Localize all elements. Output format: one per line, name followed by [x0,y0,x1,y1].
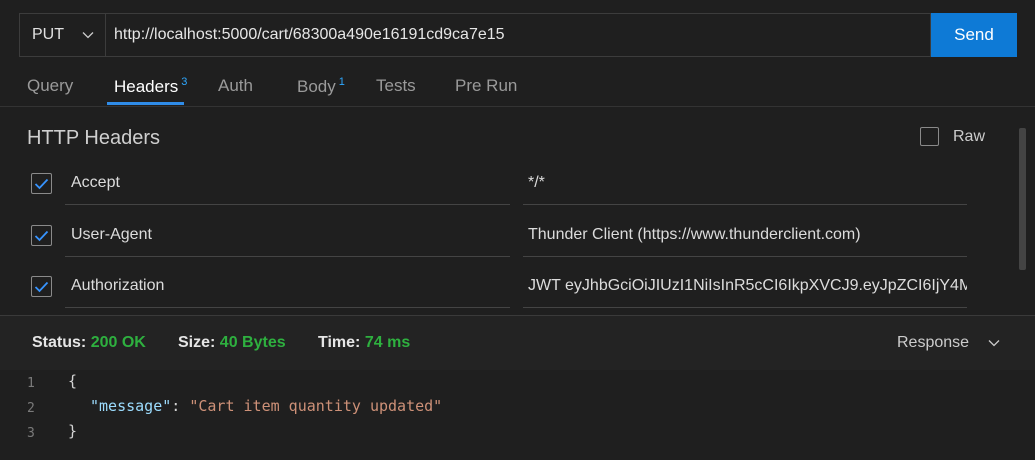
tab-label: Query [27,76,74,95]
time-value: 74 ms [364,334,411,351]
header-checkbox[interactable] [31,225,52,246]
method-select[interactable]: PUT [19,13,105,57]
tab-auth[interactable]: Auth [218,76,253,96]
size-value: 40 Bytes [219,334,286,351]
time-label: Time: [318,334,361,351]
send-button[interactable]: Send [931,13,1017,57]
section-title: HTTP Headers [27,127,161,149]
check-icon [34,178,49,189]
raw-toggle[interactable]: Raw [920,127,985,146]
check-icon [34,230,49,241]
raw-label: Raw [953,127,986,145]
code-text: "message": "Cart item quantity updated" [90,397,442,415]
tab-badge: 3 [181,76,188,88]
code-line: 2 "message": "Cart item quantity updated… [0,397,1035,422]
chevron-down-icon[interactable] [987,336,1001,350]
header-row: Accept */* [0,165,1015,213]
request-tabs: Query Headers 3 Auth Body 1 Tests Pre Run [0,70,1035,107]
header-row: User-Agent Thunder Client (https://www.t… [0,217,1015,265]
code-text: { [68,372,78,390]
chevron-down-icon [82,32,94,39]
headers-scrollbar[interactable] [1019,128,1026,270]
tab-label: Headers [114,77,179,96]
status-label: Status: [32,334,87,351]
tab-label: Tests [376,76,416,95]
header-key-input[interactable]: Authorization [65,272,510,308]
method-label: PUT [32,26,64,43]
header-value-input[interactable]: JWT eyJhbGciOiJIUzI1NiIsInR5cCI6IkpXVCJ9… [523,272,967,308]
request-bar: PUT http://localhost:5000/cart/68300a490… [19,13,1017,57]
active-tab-indicator [107,102,184,105]
json-key: "message" [90,397,172,415]
status-info: Status: 200 OK [32,334,146,352]
url-input[interactable]: http://localhost:5000/cart/68300a490e161… [105,13,931,57]
response-body: 1 { 2 "message": "Cart item quantity upd… [0,369,1035,460]
response-view-select[interactable]: Response [897,334,969,352]
tab-headers[interactable]: Headers 3 [114,76,187,97]
size-label: Size: [178,334,216,351]
url-text: http://localhost:5000/cart/68300a490e161… [114,26,505,43]
tab-label: Pre Run [455,76,518,95]
tab-query[interactable]: Query [27,76,73,96]
code-line: 3 } [0,422,1035,447]
json-string: "Cart item quantity updated" [189,397,443,415]
header-value-input[interactable]: Thunder Client (https://www.thunderclien… [523,221,967,257]
tab-badge: 1 [338,76,345,88]
line-number: 1 [27,376,35,391]
raw-checkbox[interactable] [920,127,939,146]
line-number: 2 [27,401,35,416]
tab-label: Body [297,77,336,96]
code-line: 1 { [0,372,1035,397]
size-info: Size: 40 Bytes [178,334,286,352]
header-key-input[interactable]: Accept [65,169,510,205]
line-number: 3 [27,426,35,441]
header-checkbox[interactable] [31,173,52,194]
tab-body[interactable]: Body 1 [297,76,345,97]
code-text: } [68,422,78,440]
check-icon [34,281,49,292]
json-separator: : [171,397,190,415]
response-status-bar: Status: 200 OK Size: 40 Bytes Time: 74 m… [0,315,1035,370]
time-info: Time: 74 ms [318,334,410,352]
tab-pre-run[interactable]: Pre Run [455,76,517,96]
header-row: Authorization JWT eyJhbGciOiJIUzI1NiIsIn… [0,268,1015,316]
status-value: 200 OK [90,334,146,351]
tab-tests[interactable]: Tests [376,76,416,96]
header-key-input[interactable]: User-Agent [65,221,510,257]
header-checkbox[interactable] [31,276,52,297]
tab-label: Auth [218,76,253,95]
header-value-input[interactable]: */* [523,169,967,205]
